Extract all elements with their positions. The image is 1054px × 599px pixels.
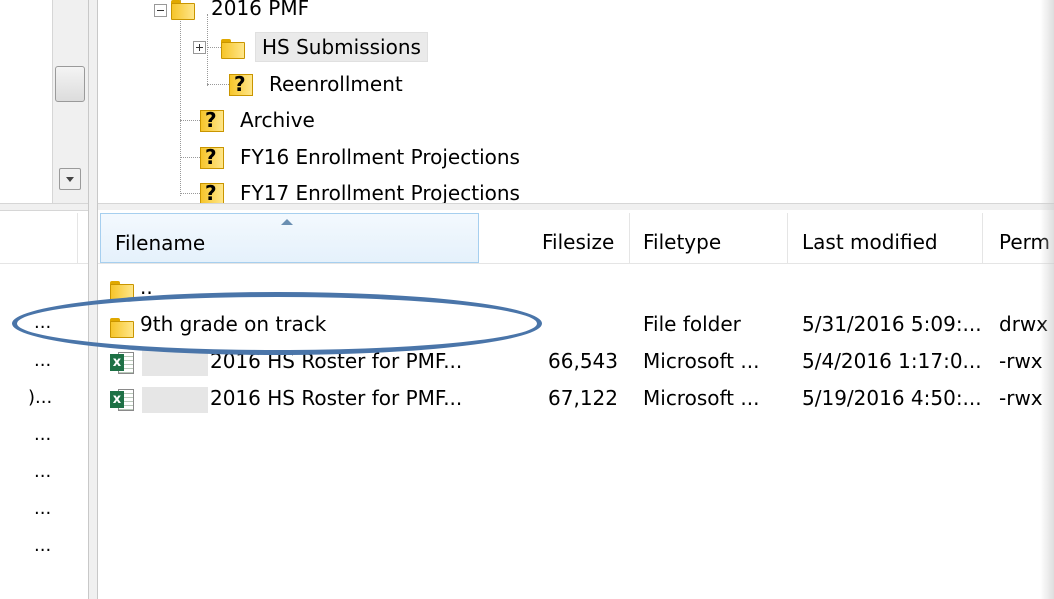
scroll-down-button[interactable] xyxy=(59,168,81,190)
tree-line xyxy=(180,120,200,121)
excel-file-icon xyxy=(110,388,136,412)
expand-icon[interactable] xyxy=(193,41,206,54)
filetype-cell: File folder xyxy=(643,312,741,336)
tree-item-archive[interactable]: ? Archive xyxy=(200,102,321,138)
filename-cell: 2016 HS Roster for PMF... xyxy=(110,381,530,415)
left-list-header xyxy=(0,213,92,264)
column-header-label: Filetype xyxy=(643,230,722,254)
directory-tree: 2016 PMF HS Submissions ? Reenrollment ?… xyxy=(98,0,1054,203)
tree-item-fy17-enrollment-projections[interactable]: ? FY17 Enrollment Projections xyxy=(200,175,526,203)
redacted-text xyxy=(142,386,208,413)
column-header-modified[interactable]: Last modified xyxy=(802,213,938,263)
left-panel: ... ... )... ... ... ... ... xyxy=(0,0,92,599)
left-list-item[interactable]: ... xyxy=(34,424,51,445)
file-row[interactable]: 2016 HS Roster for PMF... 67,122 Microso… xyxy=(98,381,1054,415)
unknown-folder-icon: ? xyxy=(200,108,224,132)
tree-item-label: Archive xyxy=(240,108,315,132)
tree-line xyxy=(180,193,200,194)
left-scrollbar[interactable] xyxy=(52,0,90,203)
column-header-label: Filename xyxy=(115,231,206,255)
tree-item-fy16-enrollment-projections[interactable]: ? FY16 Enrollment Projections xyxy=(200,139,526,175)
tree-item-label: HS Submissions xyxy=(255,32,428,62)
file-list: Filename Filesize Filetype Last modified… xyxy=(98,210,1054,599)
tree-item-label: FY17 Enrollment Projections xyxy=(240,181,520,203)
right-shadow xyxy=(1040,0,1054,599)
left-header-divider xyxy=(77,213,78,263)
filesize-cell: 66,543 xyxy=(548,349,618,373)
tree-line xyxy=(180,0,181,196)
unknown-folder-icon: ? xyxy=(200,181,224,203)
column-header-filesize[interactable]: Filesize xyxy=(542,213,614,263)
modified-cell: 5/4/2016 1:17:0... xyxy=(802,349,980,373)
modified-cell: 5/19/2016 4:50:... xyxy=(802,386,980,410)
unknown-folder-icon: ? xyxy=(200,145,224,169)
left-scrollbar-thumb[interactable] xyxy=(55,66,85,102)
tree-item-label: Reenrollment xyxy=(269,72,403,96)
tree-line xyxy=(207,47,221,48)
tree-item-hs-submissions[interactable]: HS Submissions xyxy=(221,29,428,65)
filetype-cell: Microsoft ... xyxy=(643,349,760,373)
modified-cell: 5/31/2016 5:09:... xyxy=(802,312,980,336)
column-header-label: Filesize xyxy=(542,230,615,254)
left-list-item[interactable]: ... xyxy=(34,535,51,556)
unknown-folder-icon: ? xyxy=(229,72,253,96)
filename-text: 2016 HS Roster for PMF... xyxy=(210,386,463,410)
tree-item-reenrollment[interactable]: ? Reenrollment xyxy=(229,66,409,102)
filetype-cell: Microsoft ... xyxy=(643,386,760,410)
highlight-ellipse-annotation xyxy=(12,292,542,355)
column-divider[interactable] xyxy=(787,213,788,263)
column-header-label: Last modified xyxy=(802,230,938,254)
collapse-icon[interactable] xyxy=(154,4,167,17)
tree-item-2016-pmf[interactable]: 2016 PMF xyxy=(171,0,315,26)
left-list-item[interactable]: ... xyxy=(34,498,51,519)
filesize-cell: 67,122 xyxy=(548,386,618,410)
folder-icon xyxy=(171,0,195,20)
left-splitter[interactable] xyxy=(0,203,92,211)
excel-file-icon xyxy=(110,351,136,375)
column-divider[interactable] xyxy=(982,213,983,263)
folder-icon xyxy=(221,35,245,59)
column-header-filename[interactable]: Filename xyxy=(100,213,479,263)
left-list-item[interactable]: )... xyxy=(28,387,52,408)
tree-line xyxy=(180,157,200,158)
left-list-item[interactable]: ... xyxy=(34,461,51,482)
left-list-item[interactable]: ... xyxy=(34,350,51,371)
file-list-header: Filename Filesize Filetype Last modified… xyxy=(98,213,1054,264)
tree-item-label: 2016 PMF xyxy=(211,0,310,20)
sort-ascending-icon xyxy=(281,219,293,225)
tree-line xyxy=(207,84,229,85)
column-header-filetype[interactable]: Filetype xyxy=(643,213,721,263)
tree-item-label: FY16 Enrollment Projections xyxy=(240,145,520,169)
column-divider[interactable] xyxy=(629,213,630,263)
